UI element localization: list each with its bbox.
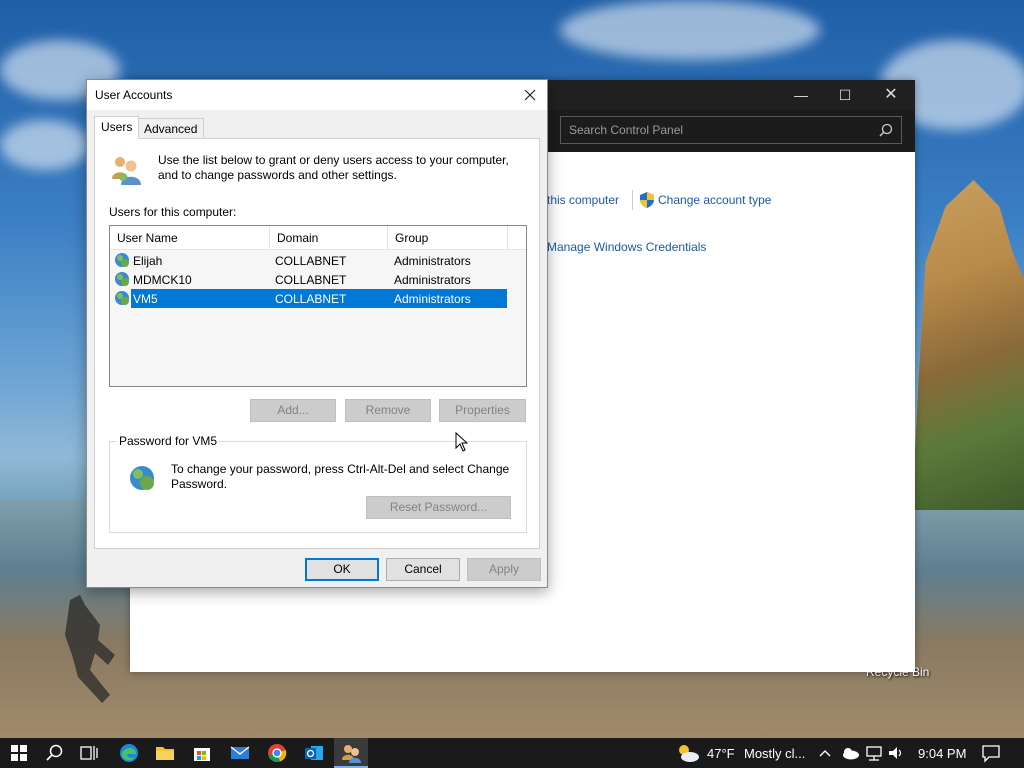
task-view-icon[interactable] [78, 742, 100, 764]
users-group-icon [112, 157, 141, 185]
group-cell: Administrators [394, 254, 471, 268]
store-icon[interactable] [191, 742, 213, 764]
column-header-group[interactable]: Group [388, 226, 508, 250]
search-placeholder: Search Control Panel [569, 123, 684, 137]
search-icon[interactable] [879, 123, 893, 137]
chevron-up-icon[interactable] [817, 742, 833, 764]
search-input[interactable]: Search Control Panel [560, 116, 902, 144]
cloud [0, 120, 90, 170]
user-icon [115, 272, 129, 286]
password-group-label: Password for VM5 [117, 434, 220, 448]
search-icon[interactable] [44, 742, 66, 764]
column-header-domain[interactable]: Domain [270, 226, 388, 250]
link-this-computer[interactable]: this computer [547, 193, 619, 207]
domain-cell: COLLABNET [275, 292, 347, 306]
file-explorer-icon[interactable] [154, 742, 176, 764]
user-icon [115, 291, 129, 305]
intro-text: Use the list below to grant or deny user… [158, 153, 509, 182]
clock-time[interactable]: 9:04 PM [918, 746, 966, 761]
ok-button[interactable]: OK [305, 558, 379, 581]
domain-cell: COLLABNET [275, 273, 347, 287]
edge-icon[interactable] [118, 742, 140, 764]
user-name-cell: MDMCK10 [133, 273, 192, 287]
weather-description[interactable]: Mostly cl... [744, 746, 805, 761]
table-row[interactable]: MDMCK10 COLLABNET Administrators [110, 270, 526, 289]
domain-cell: COLLABNET [275, 254, 347, 268]
tab-users[interactable]: Users [94, 116, 140, 139]
volume-icon[interactable] [886, 742, 906, 764]
dialog-titlebar: User Accounts [87, 80, 547, 110]
notifications-icon[interactable] [980, 742, 1002, 764]
add-button[interactable]: Add... [250, 399, 336, 422]
users-heading: Users for this computer: [109, 205, 237, 219]
maximize-button[interactable]: ☐ [822, 80, 868, 110]
user-password-icon [130, 466, 154, 490]
table-row-selected[interactable]: VM5 COLLABNET Administrators [110, 289, 526, 308]
cancel-button[interactable]: Cancel [386, 558, 460, 581]
close-icon[interactable] [519, 84, 541, 106]
group-cell: Administrators [394, 273, 471, 287]
properties-button[interactable]: Properties [439, 399, 526, 422]
link-manage-credentials[interactable]: Manage Windows Credentials [547, 240, 706, 254]
reset-password-button[interactable]: Reset Password... [366, 496, 511, 519]
listview-header: User Name Domain Group [110, 226, 526, 250]
cliff [912, 180, 1024, 510]
runner-silhouette [65, 595, 115, 703]
cloud [560, 0, 820, 60]
chrome-icon[interactable] [266, 742, 288, 764]
password-groupbox: To change your password, press Ctrl-Alt-… [109, 441, 527, 533]
network-icon[interactable] [864, 742, 884, 764]
column-header-user-name[interactable]: User Name [110, 226, 270, 250]
link-change-account-type[interactable]: Change account type [658, 193, 771, 207]
tab-advanced[interactable]: Advanced [137, 118, 205, 140]
taskbar: 47°F Mostly cl... 9:04 PM [0, 738, 1024, 768]
user-icon [115, 253, 129, 267]
uac-shield-icon [640, 192, 654, 208]
user-name-cell: VM5 [133, 292, 158, 306]
table-row[interactable]: Elijah COLLABNET Administrators [110, 251, 526, 270]
weather-icon[interactable] [675, 742, 701, 764]
users-listview[interactable]: User Name Domain Group Elijah COLLABNET … [109, 225, 527, 387]
outlook-icon[interactable] [303, 742, 325, 764]
user-name-cell: Elijah [133, 254, 163, 268]
windows-start-icon[interactable] [8, 742, 30, 764]
mail-icon[interactable] [229, 742, 251, 764]
remove-button[interactable]: Remove [345, 399, 431, 422]
password-instructions: To change your password, press Ctrl-Alt-… [171, 462, 510, 491]
divider [632, 190, 633, 210]
group-cell: Administrators [394, 292, 471, 306]
mouse-cursor-icon [455, 432, 469, 452]
dialog-title: User Accounts [95, 88, 173, 102]
weather-temperature[interactable]: 47°F [707, 746, 735, 761]
user-accounts-dialog: User Accounts Users Advanced Use the lis… [86, 79, 548, 588]
users-tab-panel: Use the list below to grant or deny user… [94, 138, 540, 549]
user-accounts-icon[interactable] [340, 742, 362, 764]
apply-button[interactable]: Apply [467, 558, 541, 581]
onedrive-icon[interactable] [840, 742, 860, 764]
minimize-button[interactable]: — [778, 80, 824, 110]
close-button[interactable]: ✕ [868, 80, 914, 110]
